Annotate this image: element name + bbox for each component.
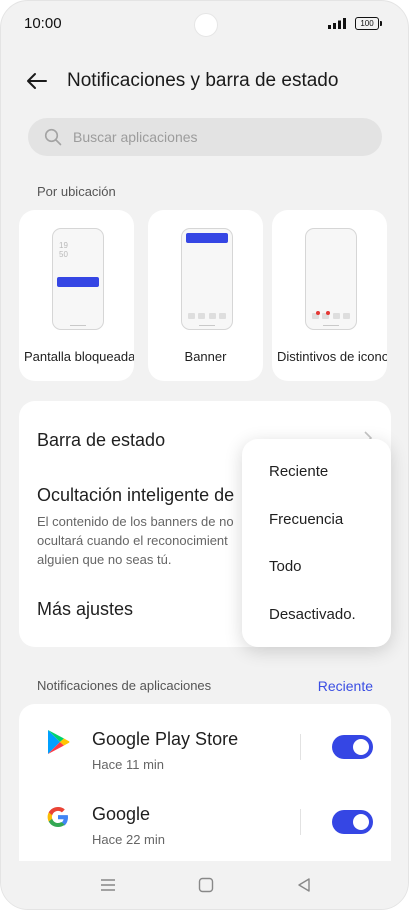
app-row-play-store[interactable]: Google Play Store Hace 11 min [19, 704, 391, 782]
app-row-google[interactable]: Google Hace 22 min [19, 779, 391, 857]
lock-screen-preview: 19 50 [52, 228, 104, 330]
battery-icon: 100 [355, 17, 382, 30]
search-input[interactable]: Buscar aplicaciones [73, 129, 198, 145]
status-bar-row[interactable]: Barra de estado [37, 430, 165, 451]
play-store-toggle[interactable] [332, 735, 373, 759]
sort-dropdown-menu: Reciente Frecuencia Todo Desactivado. [242, 439, 391, 647]
camera-cutout [194, 13, 218, 37]
banner-label: Banner [184, 349, 227, 364]
location-section-label: Por ubicación [37, 184, 116, 199]
apps-list: Google Play Store Hace 11 min Google Hac… [19, 704, 391, 864]
banner-card[interactable]: Banner [148, 210, 263, 381]
dropdown-option-disabled[interactable]: Desactivado. [269, 606, 356, 623]
search-bar[interactable]: Buscar aplicaciones [28, 118, 382, 156]
page-title: Notificaciones y barra de estado [67, 70, 339, 91]
menu-icon[interactable] [99, 876, 117, 894]
apps-sort-selector[interactable]: Reciente [318, 678, 373, 694]
lock-screen-card[interactable]: 19 50 Pantalla bloqueada [19, 210, 134, 381]
icon-badges-card[interactable]: Distintivos de iconos [272, 210, 387, 381]
back-icon[interactable] [295, 876, 313, 894]
signal-icon [328, 18, 346, 29]
app-name: Google [92, 804, 151, 824]
navigation-bar [1, 861, 408, 909]
banner-preview [181, 228, 233, 330]
home-icon[interactable] [197, 876, 215, 894]
smart-hide-description: El contenido de los banners de no oculta… [37, 514, 234, 567]
search-icon [44, 128, 62, 146]
app-time: Hace 11 min [92, 757, 165, 772]
status-bar: 10:00 100 [1, 1, 408, 47]
lock-screen-label: Pantalla bloqueada [24, 349, 134, 364]
status-time: 10:00 [24, 15, 62, 32]
dropdown-option-frequency[interactable]: Frecuencia [269, 511, 343, 528]
phone-screen: 10:00 100 Notificaciones y barra de esta… [0, 0, 409, 910]
google-toggle[interactable] [332, 810, 373, 834]
app-name: Google Play Store [92, 729, 239, 749]
google-play-icon [48, 730, 70, 754]
more-settings-row[interactable]: Más ajustes [37, 599, 133, 620]
icon-badges-preview [305, 228, 357, 330]
dropdown-option-all[interactable]: Todo [269, 558, 302, 575]
google-icon [47, 807, 68, 827]
dropdown-option-recent[interactable]: Reciente [269, 463, 328, 480]
icon-badges-label: Distintivos de iconos [277, 349, 387, 364]
app-time: Hace 22 min [92, 832, 165, 847]
preview-clock: 19 50 [59, 241, 68, 259]
smart-hide-row[interactable]: Ocultación inteligente de [37, 485, 234, 506]
apps-section-label: Notificaciones de aplicaciones [37, 678, 212, 693]
back-arrow-icon[interactable] [25, 69, 49, 93]
